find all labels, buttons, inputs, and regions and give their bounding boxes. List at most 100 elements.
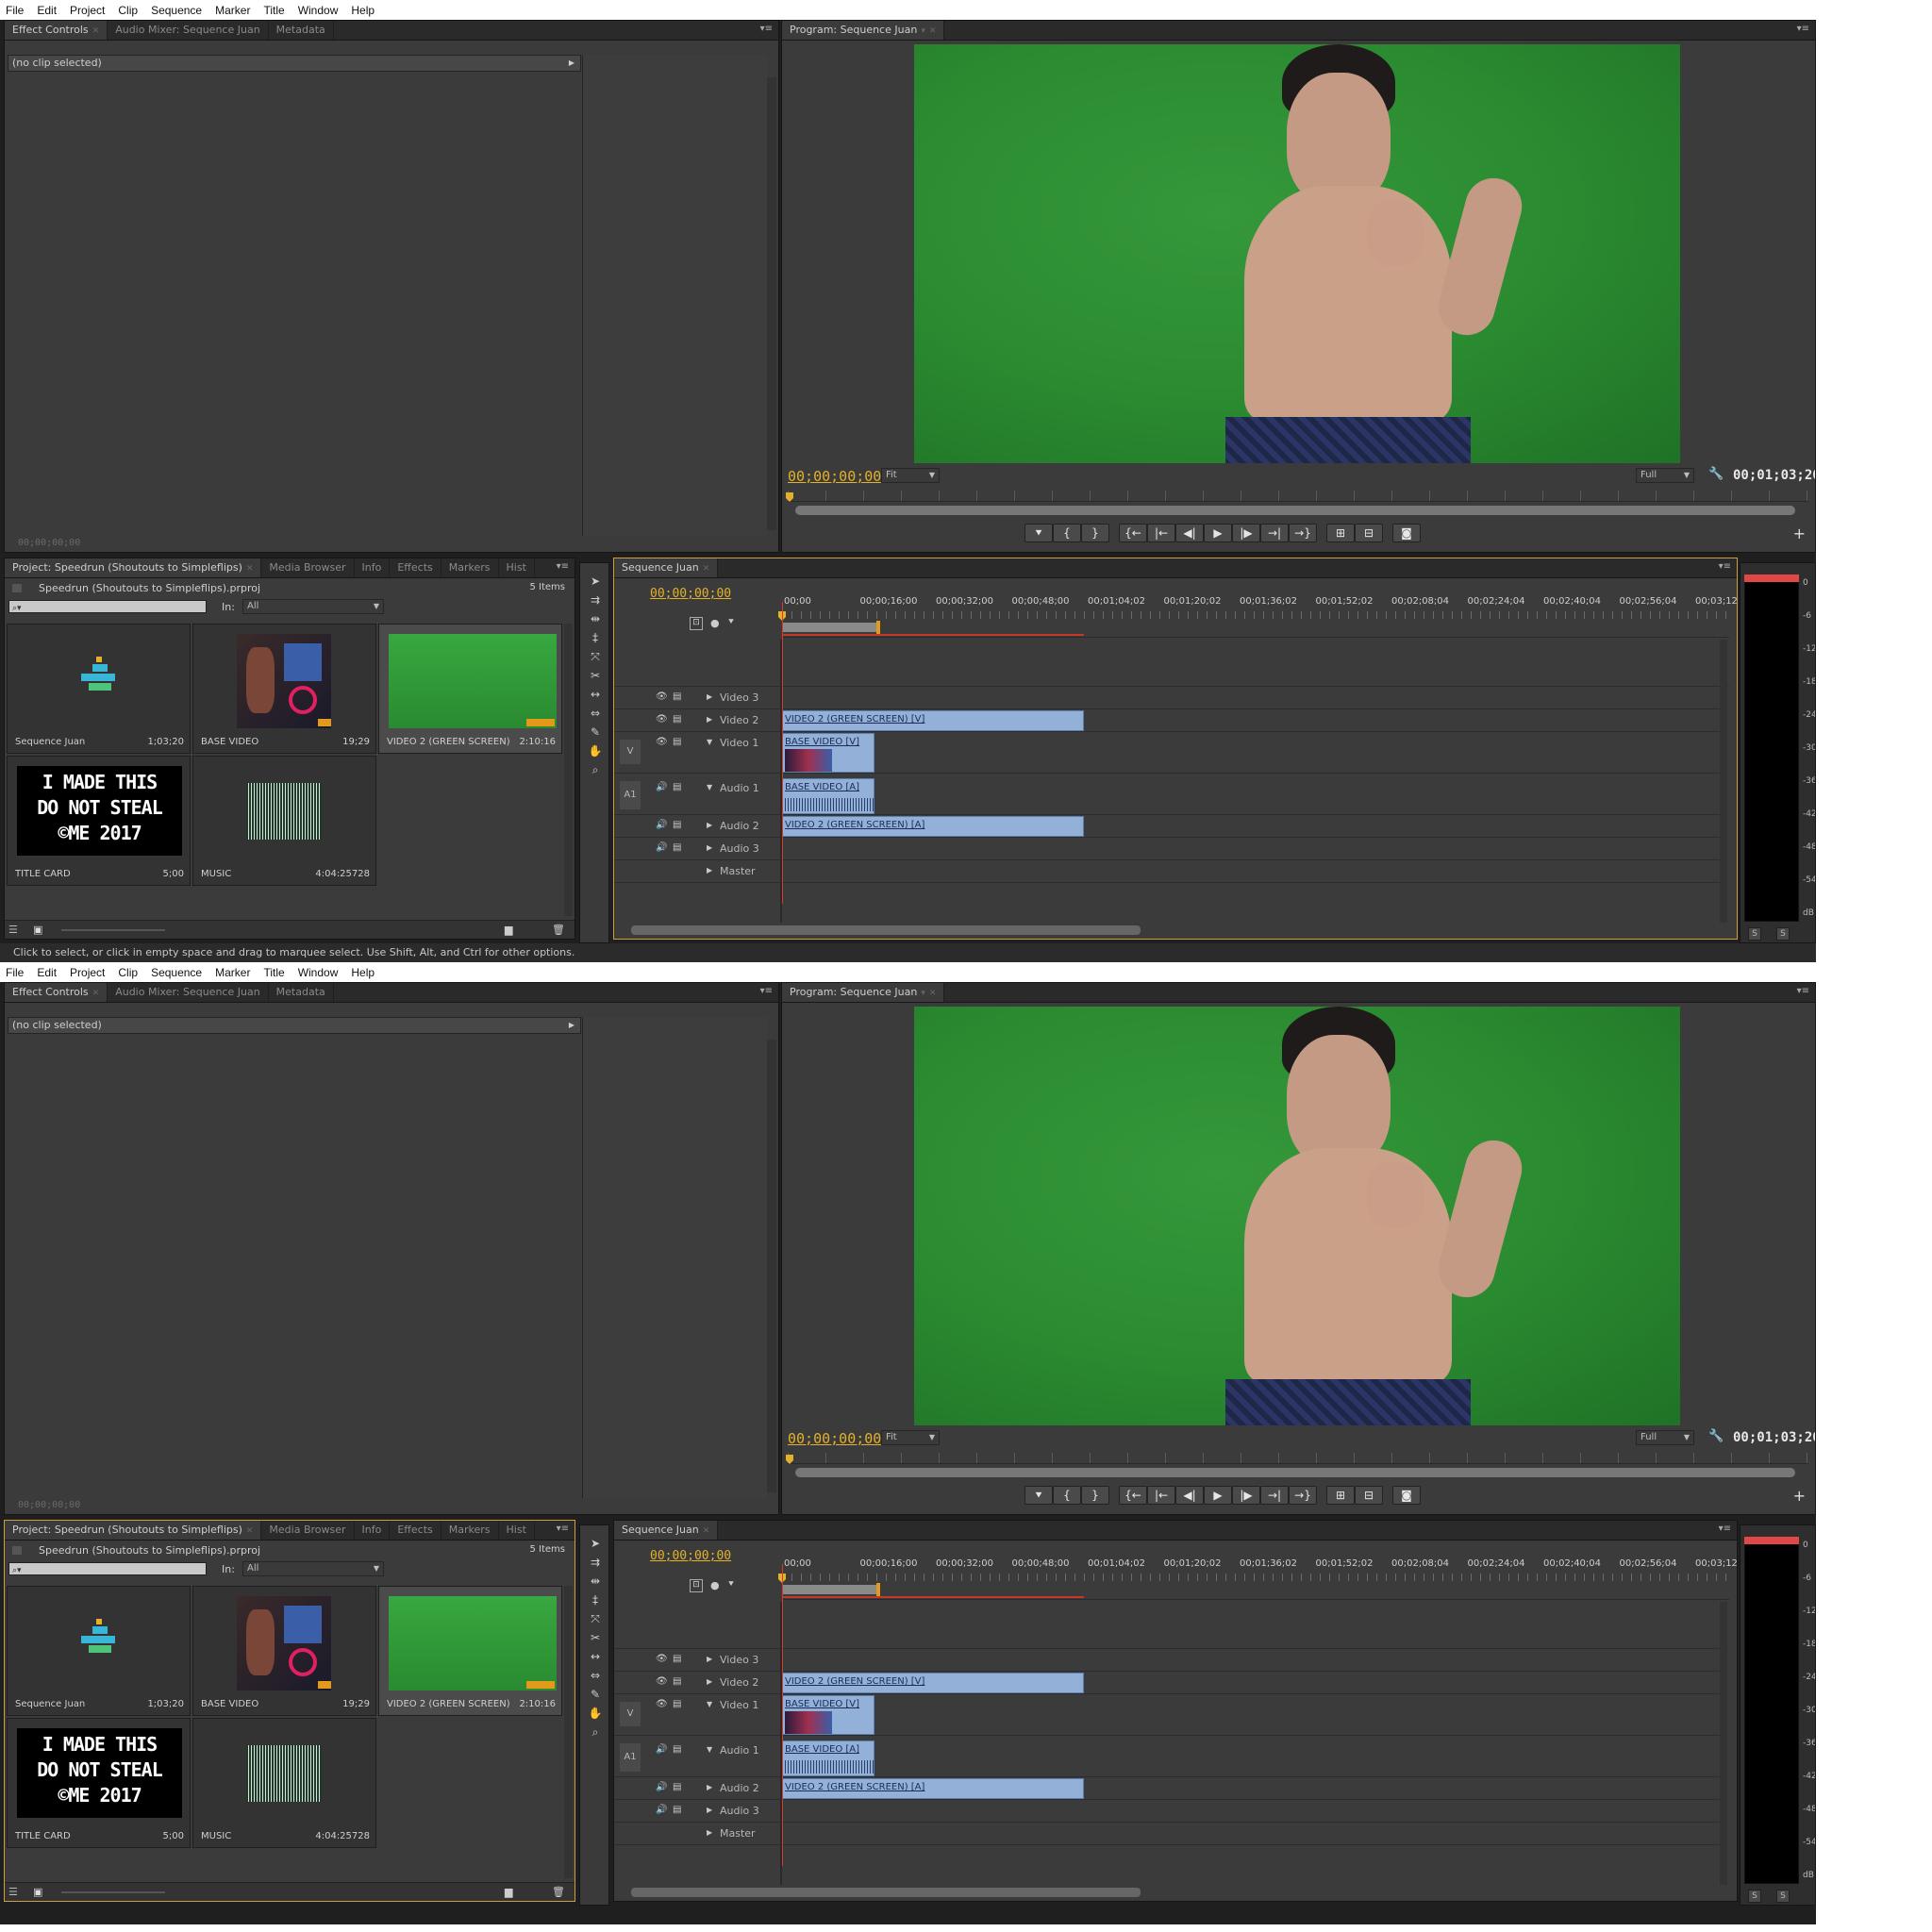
menu-window[interactable]: Window [298,4,339,17]
film-icon[interactable]: ▤ [673,737,681,747]
menu-title[interactable]: Title [263,4,284,17]
tab-project[interactable]: Project: Speedrun (Shoutouts to Simplefl… [5,558,262,577]
a1-target-label[interactable]: A1 [620,1743,641,1772]
tab-effect-controls[interactable]: Effect Controls ✕ [5,983,108,1002]
menu-edit[interactable]: Edit [37,966,57,979]
quality-select[interactable]: Full ▼ [1636,1430,1694,1445]
menu-help[interactable]: Help [351,966,375,979]
menu-file[interactable]: File [6,966,24,979]
tab-audio-mixer[interactable]: Audio Mixer: Sequence Juan [108,21,269,40]
clip-video-2-green-screen-audio[interactable]: VIDEO 2 (GREEN SCREEN) [A] [782,1778,1084,1799]
tab-markers[interactable]: Markers [441,1521,499,1540]
marker-icon[interactable]: ⯆ [1024,1486,1053,1505]
icon-view-icon[interactable]: ▣ [33,924,42,936]
project-item-sequence[interactable]: Sequence Juan 1;03;20 [7,1586,191,1716]
zoom-slider[interactable] [61,929,165,931]
program-current-timecode[interactable]: 00;00;00;00 [788,468,881,485]
go-to-in-icon[interactable]: {← [1119,524,1147,542]
go-to-in-icon[interactable]: {← [1119,1486,1147,1505]
expand-icon[interactable]: ▶ [707,1806,712,1814]
program-zoom-scrollbar[interactable] [795,506,1795,515]
playhead-line[interactable] [782,602,783,904]
menu-sequence[interactable]: Sequence [151,966,202,979]
work-area-end-handle[interactable] [876,621,880,634]
tab-effects[interactable]: Effects [390,558,441,577]
project-item-music[interactable]: MUSIC 4:04:25728 [192,756,376,886]
close-icon[interactable]: ✕ [929,26,937,36]
eye-icon[interactable]: 👁 [656,1699,668,1709]
tab-info[interactable]: Info [355,558,391,577]
extract-icon[interactable]: ⊟ [1355,1486,1383,1505]
slide-tool-icon[interactable]: ⇔ [588,1669,603,1684]
effect-scrollbar[interactable] [767,1040,776,1492]
zoom-select[interactable]: Fit ▼ [881,468,940,483]
project-item-title-card[interactable]: I MADE THIS DO NOT STEAL ©ME 2017 TITLE … [7,1718,191,1848]
slip-tool-icon[interactable]: ↔ [588,1650,603,1665]
slide-tool-icon[interactable]: ⇔ [588,707,603,722]
collapse-icon[interactable]: ▼ [707,783,712,791]
tab-effect-controls[interactable]: Effect Controls ✕ [5,21,108,40]
ripple-edit-tool-icon[interactable]: ⇹ [588,612,603,627]
sync-lock-icon[interactable]: ▤ [673,842,681,853]
quality-select[interactable]: Full ▼ [1636,468,1694,483]
go-to-out-icon[interactable]: →} [1289,524,1317,542]
collapse-icon[interactable]: ▼ [707,738,712,746]
play-icon[interactable]: ▶ [1204,524,1232,542]
rate-stretch-tool-icon[interactable]: ⤧ [588,650,603,665]
hand-tool-icon[interactable]: ✋ [588,1707,603,1722]
expand-icon[interactable]: ▶ [707,692,712,701]
step-forward-10-icon[interactable]: →| [1260,1486,1289,1505]
speaker-icon[interactable]: 🔊 [656,782,667,792]
film-icon[interactable]: ▤ [673,714,681,724]
solo-button-left[interactable]: S [1748,1890,1761,1903]
dropdown-icon[interactable]: ▾ [921,989,925,998]
film-icon[interactable]: ▤ [673,1699,681,1709]
tab-media-browser[interactable]: Media Browser [261,1521,355,1540]
new-bin-icon[interactable]: ▆ [505,1886,512,1898]
tab-program[interactable]: Program: Sequence Juan ▾ ✕ [782,983,945,1002]
in-filter-select[interactable]: All ▼ [242,599,384,614]
expand-icon[interactable]: ▶ [707,715,712,724]
work-area-bar[interactable] [782,623,878,632]
expand-icon[interactable]: ▶ [707,821,712,829]
marker-flag-icon[interactable]: ⯆ [727,1579,735,1590]
snap-icon[interactable]: ⊡ [690,1579,703,1592]
eye-icon[interactable]: 👁 [656,1676,668,1687]
film-icon[interactable]: ▤ [673,1654,681,1664]
program-video-frame[interactable] [914,1007,1680,1425]
sync-lock-icon[interactable]: ▤ [673,782,681,792]
speaker-icon[interactable]: 🔊 [656,1805,667,1815]
list-view-icon[interactable]: ☰ [8,1886,18,1898]
panel-menu-icon[interactable]: ▾≡ [1797,986,1809,996]
razor-tool-icon[interactable]: ✂ [588,1631,603,1646]
menu-clip[interactable]: Clip [118,966,138,979]
program-current-timecode[interactable]: 00;00;00;00 [788,1430,881,1447]
close-icon[interactable]: ✕ [246,1526,254,1536]
expand-icon[interactable]: ▶ [707,1655,712,1663]
menu-project[interactable]: Project [70,966,105,979]
tab-info[interactable]: Info [355,1521,391,1540]
project-item-green-screen[interactable]: VIDEO 2 (GREEN SCREEN) 2:10:16 [378,1586,562,1716]
menu-title[interactable]: Title [263,966,284,979]
extract-icon[interactable]: ⊟ [1355,524,1383,542]
hand-tool-icon[interactable]: ✋ [588,744,603,759]
step-forward-icon[interactable]: |▶ [1232,1486,1260,1505]
list-view-icon[interactable]: ☰ [8,924,18,936]
project-item-base-video[interactable]: BASE VIDEO 19;29 [192,1586,376,1716]
eye-icon[interactable]: 👁 [656,691,668,702]
rate-stretch-tool-icon[interactable]: ⤧ [588,1612,603,1627]
track-select-tool-icon[interactable]: ⇉ [588,593,603,608]
project-scrollbar[interactable] [564,1586,573,1878]
add-marker-icon[interactable]: ● [710,1579,720,1591]
zoom-tool-icon[interactable]: ⌕ [588,763,603,778]
pen-tool-icon[interactable]: ✎ [588,725,603,741]
wrench-icon[interactable]: 🔧 [1708,467,1724,481]
lift-icon[interactable]: ⊞ [1326,524,1355,542]
tab-effects[interactable]: Effects [390,1521,441,1540]
selection-tool-icon[interactable]: ➤ [588,1537,603,1552]
film-icon[interactable]: ▤ [673,1676,681,1687]
close-icon[interactable]: ✕ [703,564,710,574]
solo-button-right[interactable]: S [1776,1890,1790,1903]
close-icon[interactable]: ✕ [246,564,254,574]
marker-icon[interactable]: ⯆ [1024,524,1053,542]
